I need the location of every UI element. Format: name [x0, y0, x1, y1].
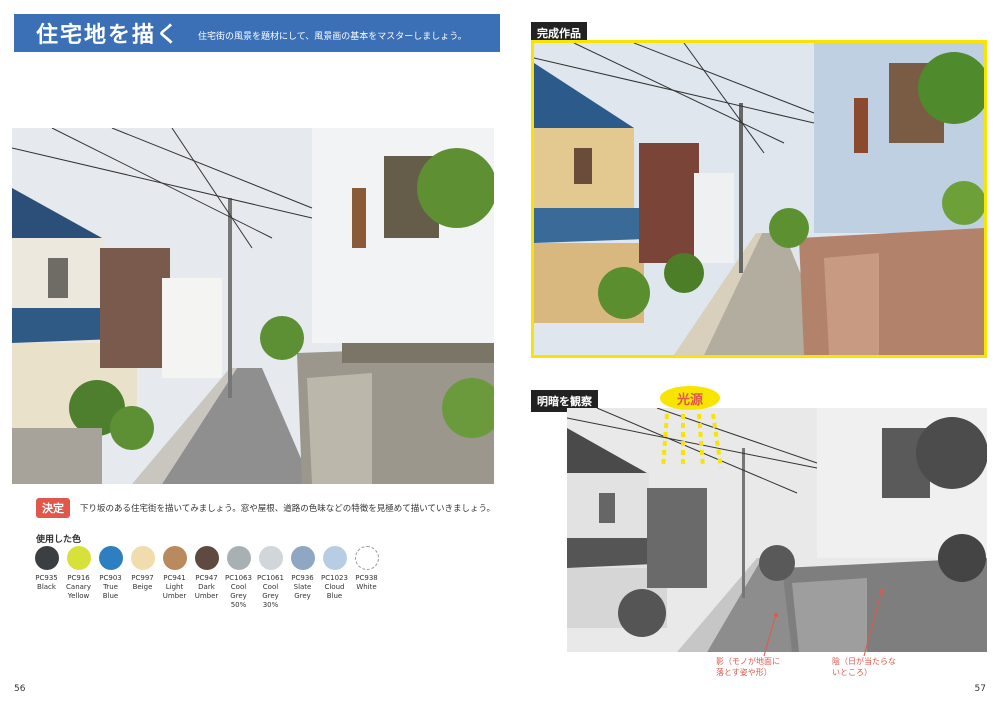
pencil-swatch: PC1061 Cool Grey 30% [256, 546, 285, 610]
pencil-color-icon [322, 546, 347, 570]
light-rays-icon [661, 413, 723, 469]
pencil-color-icon [194, 546, 219, 570]
pencil-name: Dark Umber [194, 583, 219, 600]
pencil-code: PC941 [163, 574, 186, 582]
pencil-name: Light Umber [162, 583, 187, 600]
pencil-swatch: PC947 Dark Umber [192, 546, 221, 610]
pencil-swatch: PC1023 Cloud Blue [320, 546, 349, 610]
page-title: 住宅地を描く [36, 23, 181, 48]
pencil-swatch: PC935 Black [32, 546, 61, 610]
shadow-pointer-icon [763, 613, 778, 657]
colors-heading: 使用した色 [36, 535, 82, 545]
pencil-color-icon [66, 546, 91, 570]
pencil-code: PC916 [67, 574, 90, 582]
decision-badge: 決定 [36, 498, 70, 518]
shade-pointer-icon [863, 589, 884, 657]
pencil-name: True Blue [102, 583, 119, 600]
finished-drawing [531, 40, 987, 358]
pencil-name: Canary Yellow [66, 583, 91, 600]
pencil-code: PC1061 [257, 574, 284, 582]
pencil-code: PC903 [99, 574, 122, 582]
light-source-badge: 光源 [660, 386, 720, 410]
pencil-swatch: PC903 True Blue [96, 546, 125, 610]
pencil-name: Cool Grey 30% [262, 583, 279, 609]
pencil-swatch: PC938 White [352, 546, 381, 610]
pencil-color-icon [258, 546, 283, 570]
page-number-right: 57 [974, 684, 986, 694]
pencil-code: PC947 [195, 574, 218, 582]
pencil-color-icon [130, 546, 155, 570]
pencil-color-icon [162, 546, 187, 570]
pencil-color-icon [354, 546, 379, 570]
shade-note: 陰（日が当たらな いところ） [832, 657, 896, 677]
pencil-name: White [356, 583, 377, 591]
pencil-code: PC936 [291, 574, 314, 582]
street-photo [12, 128, 494, 484]
pencil-name: Cloud Blue [324, 583, 345, 600]
pencil-swatch: PC916 Canary Yellow [64, 546, 93, 610]
pencil-swatch: PC1063 Cool Grey 50% [224, 546, 253, 610]
pencil-code: PC1063 [225, 574, 252, 582]
pencil-swatch: PC997 Beige [128, 546, 157, 610]
pencil-color-icon [290, 546, 315, 570]
decision-row: 決定 下り坂のある住宅街を描いてみましょう。窓や屋根、道路の色味などの特徴を見極… [36, 498, 495, 518]
pencil-color-icon [98, 546, 123, 570]
pencil-swatch: PC941 Light Umber [160, 546, 189, 610]
pencil-name: Cool Grey 50% [230, 583, 247, 609]
page-subtitle: 住宅街の風景を題材にして、風景画の基本をマスターしましょう。 [198, 31, 467, 42]
pencil-name: Slate Grey [293, 583, 312, 600]
decision-text: 下り坂のある住宅街を描いてみましょう。窓や屋根、道路の色味などの特徴を見極めて描… [80, 504, 495, 514]
title-banner: 住宅地を描く 住宅街の風景を題材にして、風景画の基本をマスターしましょう。 [14, 14, 500, 52]
pencil-code: PC935 [35, 574, 58, 582]
pencil-swatch: PC936 Slate Grey [288, 546, 317, 610]
pencil-swatches: PC935 Black PC916 Canary Yellow PC903 True Bl… [32, 546, 384, 610]
pencil-color-icon [34, 546, 59, 570]
pencil-code: PC997 [131, 574, 154, 582]
pencil-code: PC1023 [321, 574, 348, 582]
pencil-code: PC938 [355, 574, 378, 582]
pencil-name: Black [37, 583, 56, 591]
shadow-note: 影（モノが地面に 落とす姿や形） [716, 657, 780, 677]
pencil-name: Beige [132, 583, 153, 591]
page-number-left: 56 [14, 684, 26, 694]
pencil-color-icon [226, 546, 251, 570]
